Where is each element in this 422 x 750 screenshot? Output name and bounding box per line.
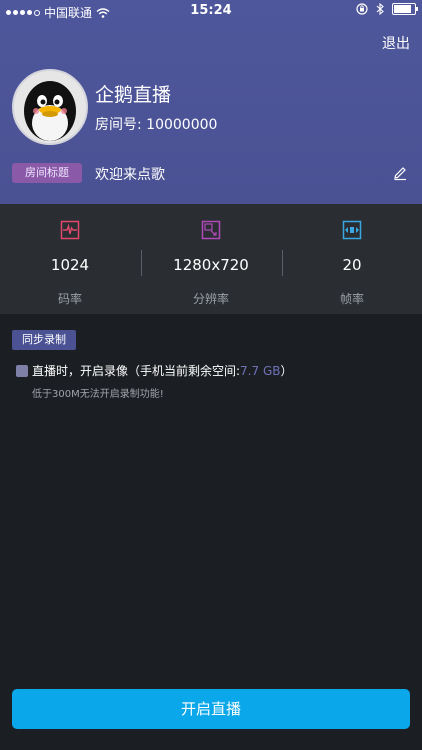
avatar[interactable] bbox=[12, 69, 88, 145]
edit-icon[interactable] bbox=[392, 165, 408, 181]
bluetooth-icon bbox=[376, 3, 384, 15]
free-space-value: 7.7 GB bbox=[240, 364, 281, 378]
stat-framerate: 20 帧率 bbox=[282, 204, 422, 314]
rotation-lock-icon bbox=[356, 3, 368, 15]
sync-record-tag: 同步录制 bbox=[12, 330, 76, 350]
start-live-button[interactable]: 开启直播 bbox=[12, 689, 410, 729]
stat-bitrate: 1024 码率 bbox=[0, 204, 140, 314]
status-indicators bbox=[356, 3, 418, 15]
logout-button[interactable]: 退出 bbox=[382, 33, 410, 53]
profile-header: 中国联通 15:24 退出 企鹅直播 房间号: 10000000 房间标题 欢迎… bbox=[0, 0, 422, 204]
room-id: 房间号: 10000000 bbox=[95, 117, 218, 133]
stream-stats-panel: 1024 码率 1280x720 分辨率 20 帧率 bbox=[0, 204, 422, 314]
stat-value: 1024 bbox=[50, 256, 90, 274]
status-bar: 中国联通 15:24 bbox=[0, 0, 422, 22]
record-note: 低于300M无法开启录制功能! bbox=[32, 389, 164, 400]
framerate-icon bbox=[342, 220, 362, 240]
room-title-text[interactable]: 欢迎来点歌 bbox=[95, 164, 165, 184]
room-title-tag: 房间标题 bbox=[12, 163, 82, 183]
penguin-avatar-icon bbox=[14, 71, 86, 143]
record-label-suffix: ） bbox=[280, 364, 293, 378]
record-label-prefix: 直播时，开启录像（手机当前剩余空间: bbox=[32, 364, 241, 378]
record-checkbox[interactable] bbox=[16, 365, 28, 377]
stat-label: 码率 bbox=[57, 292, 82, 306]
stat-value: 20 bbox=[342, 256, 362, 274]
stat-label: 分辨率 bbox=[192, 292, 229, 306]
resize-icon bbox=[201, 220, 221, 240]
waveform-icon bbox=[60, 220, 80, 240]
room-name: 企鹅直播 bbox=[95, 84, 172, 106]
stat-value: 1280x720 bbox=[173, 256, 249, 274]
stat-label: 帧率 bbox=[339, 292, 364, 306]
stat-resolution: 1280x720 分辨率 bbox=[141, 204, 281, 314]
battery-icon bbox=[392, 3, 418, 15]
record-option-label[interactable]: 直播时，开启录像（手机当前剩余空间:7.7 GB） bbox=[32, 362, 293, 379]
